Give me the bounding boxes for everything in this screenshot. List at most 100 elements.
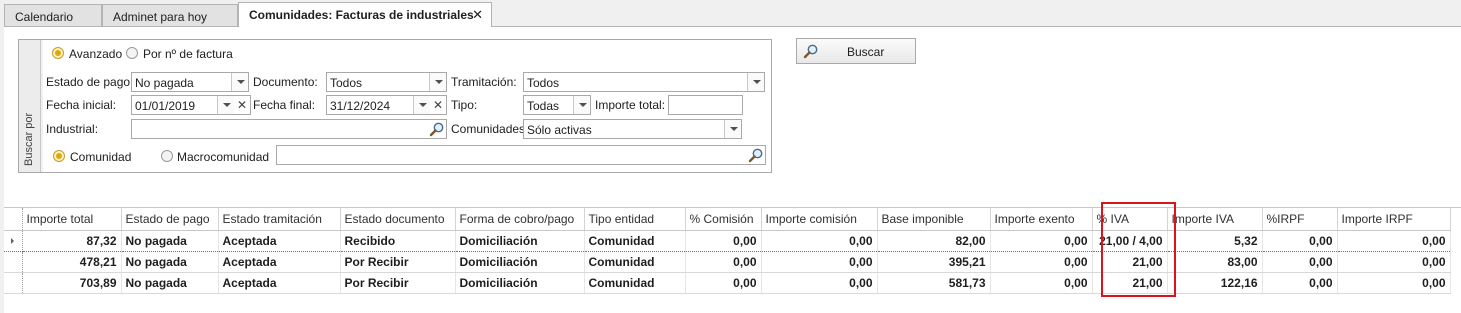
search-icon[interactable] [429,121,445,137]
table-cell[interactable]: No pagada [121,251,219,273]
chevron-down-icon[interactable] [573,96,590,114]
table-cell[interactable]: 87,32 [22,229,122,252]
table-cell[interactable]: 0,00 [1337,229,1451,252]
clear-icon[interactable]: ✕ [430,96,446,114]
comunidades-select[interactable]: Sólo activas [523,119,742,139]
table-cell[interactable]: Aceptada [218,272,341,294]
fecha-final-input[interactable]: 31/12/2024 ✕ [326,95,447,115]
table-row[interactable]: 478,21 No pagada Aceptada Por Recibir Do… [4,251,1451,273]
table-cell[interactable]: 83,00 [1167,251,1263,273]
estado-pago-select[interactable]: No pagada [131,72,249,92]
tramitacion-select[interactable]: Todos [523,72,765,92]
table-cell[interactable]: 21,00 / 4,00 [1092,229,1168,252]
table-cell[interactable]: 82,00 [877,229,991,252]
chevron-down-icon[interactable] [413,96,430,114]
table-cell[interactable]: 395,21 [877,251,991,273]
tab-adminet-para-hoy[interactable]: Adminet para hoy [102,4,238,26]
table-cell[interactable]: 0,00 [1262,251,1338,273]
column-header[interactable]: Importe IRPF [1337,208,1451,231]
radio-por-factura-label[interactable]: Por nº de factura [143,47,233,61]
tab-facturas-industriales[interactable]: Comunidades: Facturas de industriales ✕ [238,2,492,27]
radio-comunidad-label[interactable]: Comunidad [70,150,131,164]
radio-macrocomunidad[interactable] [161,150,173,162]
table-cell[interactable]: Domiciliación [455,229,585,252]
table-cell[interactable]: Comunidad [584,229,686,252]
column-header[interactable]: % Comisión [685,208,762,231]
search-group-caption[interactable]: Buscar por [19,40,41,172]
table-cell[interactable]: Aceptada [218,229,341,252]
radio-comunidad[interactable] [53,150,65,162]
table-cell[interactable]: 0,00 [990,272,1093,294]
table-cell[interactable]: 0,00 [685,251,762,273]
documento-select[interactable]: Todos [326,72,447,92]
column-header[interactable]: % IVA [1092,208,1168,231]
chevron-down-icon[interactable] [217,96,234,114]
column-header[interactable]: Importe total [22,208,122,231]
importe-total-input[interactable] [668,95,743,115]
column-header[interactable]: Estado de pago [121,208,219,231]
industrial-input[interactable] [131,119,447,139]
table-cell[interactable]: Por Recibir [340,251,456,273]
tab-label: Comunidades: Facturas de industriales [249,8,474,22]
table-cell[interactable]: Recibido [340,229,456,252]
table-cell[interactable]: 5,32 [1167,229,1263,252]
table-cell[interactable]: 0,00 [685,229,762,252]
table-row[interactable]: 87,32 No pagada Aceptada Recibido Domici… [4,229,1451,252]
radio-macrocomunidad-label[interactable]: Macrocomunidad [177,150,269,164]
table-cell[interactable]: 0,00 [761,251,878,273]
document-tab-bar: Calendario Adminet para hoy Comunidades:… [0,0,1461,27]
column-header[interactable]: Tipo entidad [584,208,686,231]
table-cell[interactable]: 0,00 [990,229,1093,252]
table-cell[interactable]: 703,89 [22,272,122,294]
table-cell[interactable]: 0,00 [1337,272,1451,294]
table-cell[interactable]: Domiciliación [455,251,585,273]
chevron-down-icon[interactable] [724,120,741,138]
tipo-select[interactable]: Todas [523,95,591,115]
table-cell[interactable]: Por Recibir [340,272,456,294]
table-cell[interactable]: Aceptada [218,251,341,273]
table-cell[interactable]: 0,00 [1262,272,1338,294]
table-cell[interactable]: 0,00 [761,272,878,294]
buscar-button[interactable]: Buscar [796,38,916,64]
chevron-down-icon[interactable] [231,73,248,91]
table-cell[interactable]: Domiciliación [455,272,585,294]
chevron-down-icon[interactable] [429,73,446,91]
table-cell[interactable]: 0,00 [685,272,762,294]
fecha-inicial-input[interactable]: 01/01/2019 ✕ [131,95,251,115]
table-row[interactable]: 703,89 No pagada Aceptada Por Recibir Do… [4,272,1451,294]
table-cell[interactable]: 581,73 [877,272,991,294]
column-header[interactable]: Importe IVA [1167,208,1263,231]
radio-por-factura[interactable] [126,47,138,59]
table-cell[interactable]: 21,00 [1092,272,1168,294]
row-indicator [4,229,23,252]
radio-avanzado-label[interactable]: Avanzado [69,47,122,61]
column-header[interactable]: Forma de cobro/pago [455,208,585,231]
radio-avanzado[interactable] [52,47,64,59]
row-indicator [4,272,23,294]
column-header[interactable]: %IRPF [1262,208,1338,231]
table-cell[interactable]: No pagada [121,229,219,252]
clear-icon[interactable]: ✕ [234,96,250,114]
table-cell[interactable]: 122,16 [1167,272,1263,294]
table-cell[interactable]: Comunidad [584,272,686,294]
column-header[interactable]: Estado documento [340,208,456,231]
table-cell[interactable]: No pagada [121,272,219,294]
chevron-down-icon[interactable] [747,73,764,91]
table-cell[interactable]: 21,00 [1092,251,1168,273]
table-cell[interactable]: 478,21 [22,251,122,273]
table-cell[interactable]: 0,00 [761,229,878,252]
fecha-inicial-label: Fecha inicial: [46,98,117,112]
search-icon[interactable] [748,147,764,163]
column-header[interactable]: Estado tramitación [218,208,341,231]
row-pointer-icon [11,237,14,244]
table-cell[interactable]: Comunidad [584,251,686,273]
table-cell[interactable]: 0,00 [1262,229,1338,252]
column-header[interactable]: Importe comisión [761,208,878,231]
table-cell[interactable]: 0,00 [990,251,1093,273]
tab-calendario[interactable]: Calendario [4,4,102,26]
scope-search-input[interactable] [276,145,766,165]
table-cell[interactable]: 0,00 [1337,251,1451,273]
column-header[interactable]: Importe exento [990,208,1093,231]
column-header[interactable]: Base imponible [877,208,991,231]
close-icon[interactable]: ✕ [472,7,483,23]
